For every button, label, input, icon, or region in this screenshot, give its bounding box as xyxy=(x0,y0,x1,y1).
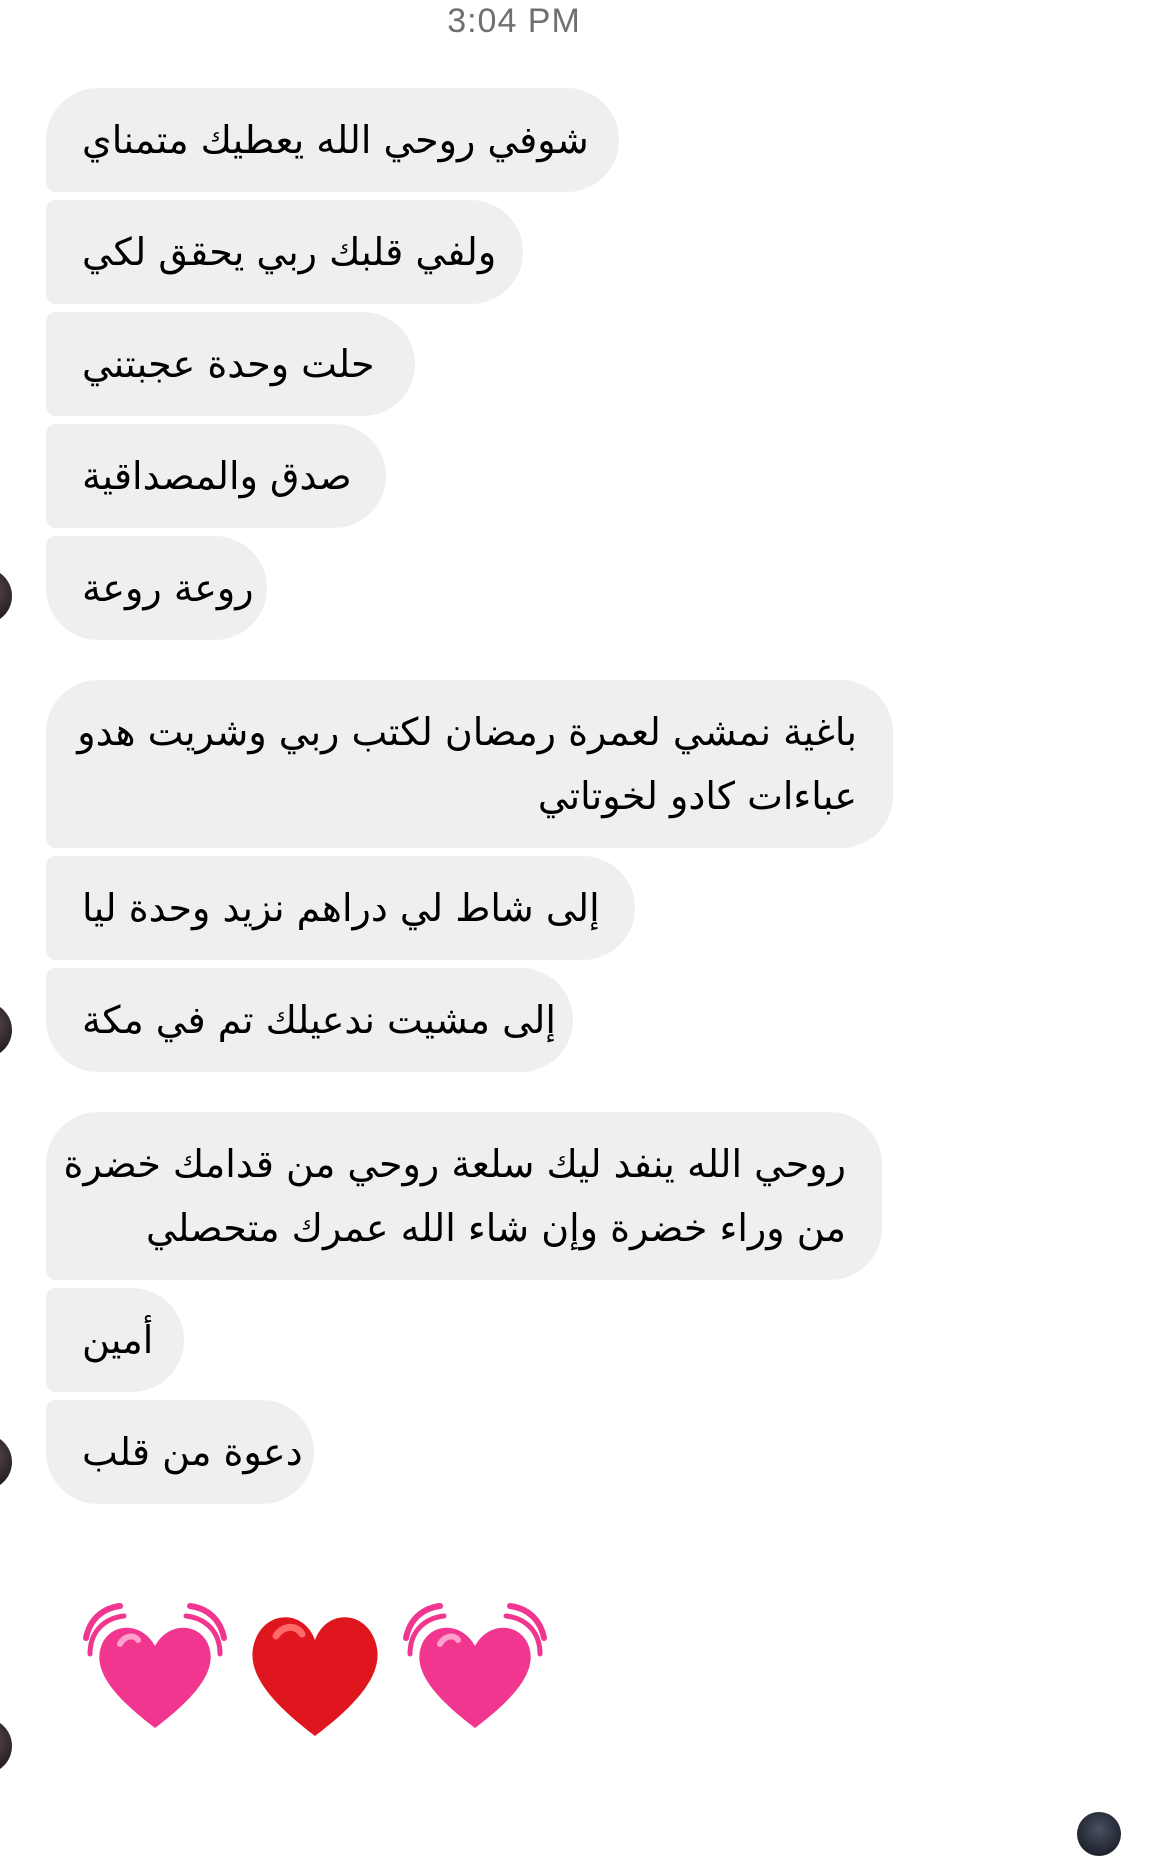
sender-avatar[interactable] xyxy=(0,568,12,624)
message-bubble[interactable]: روعة روعة xyxy=(46,536,267,640)
message-bubble[interactable]: روحي الله ينفد ليك سلعة روحي من قدامك خض… xyxy=(46,1112,882,1280)
message-text-line: من وراء خضرة وإن شاء الله عمرك متحصلي xyxy=(146,1206,846,1250)
sender-avatar[interactable] xyxy=(0,1002,12,1058)
message-bubble[interactable]: إلى شاط لي دراهم نزيد وحدة ليا xyxy=(46,856,635,960)
message-text: شوفي روحي الله يعطيك متمناي xyxy=(82,118,589,162)
message-text: صدق والمصداقية xyxy=(82,454,352,498)
message-text-line: باغية نمشي لعمرة رمضان لكتب ربي وشريت هد… xyxy=(77,710,857,754)
message-text: حلت وحدة عجبتني xyxy=(82,342,375,386)
message-bubble[interactable]: ولفي قلبك ربي يحقق لكي xyxy=(46,200,523,304)
message-text: روعة روعة xyxy=(82,566,254,610)
message-bubble[interactable]: حلت وحدة عجبتني xyxy=(46,312,415,416)
beating-heart-emoji xyxy=(83,1603,227,1728)
message-text: أمين xyxy=(82,1318,154,1362)
message-text: دعوة من قلب xyxy=(82,1430,303,1474)
message-bubble[interactable]: دعوة من قلب xyxy=(46,1400,314,1504)
message-text: إلى شاط لي دراهم نزيد وحدة ليا xyxy=(82,886,600,930)
red-heart-emoji xyxy=(252,1617,378,1736)
sender-avatar[interactable] xyxy=(0,1718,12,1774)
emoji-message[interactable] xyxy=(80,1596,550,1746)
message-text-line: عباءات كادو لخوتاتي xyxy=(537,774,857,818)
beating-heart-emoji xyxy=(403,1603,547,1728)
message-bubble[interactable]: صدق والمصداقية xyxy=(46,424,386,528)
message-text: إلى مشيت ندعيلك تم في مكة xyxy=(82,998,556,1042)
message-timestamp: 3:04 PM xyxy=(447,2,581,40)
message-bubble[interactable]: أمين xyxy=(46,1288,184,1392)
message-bubble[interactable]: باغية نمشي لعمرة رمضان لكتب ربي وشريت هد… xyxy=(46,680,893,848)
read-receipt-avatar xyxy=(1077,1812,1121,1856)
message-text-line: روحي الله ينفد ليك سلعة روحي من قدامك خض… xyxy=(63,1142,846,1186)
message-bubble[interactable]: شوفي روحي الله يعطيك متمناي xyxy=(46,88,619,192)
sender-avatar[interactable] xyxy=(0,1434,12,1490)
message-text: ولفي قلبك ربي يحقق لكي xyxy=(82,230,497,274)
message-bubble[interactable]: إلى مشيت ندعيلك تم في مكة xyxy=(46,968,573,1072)
